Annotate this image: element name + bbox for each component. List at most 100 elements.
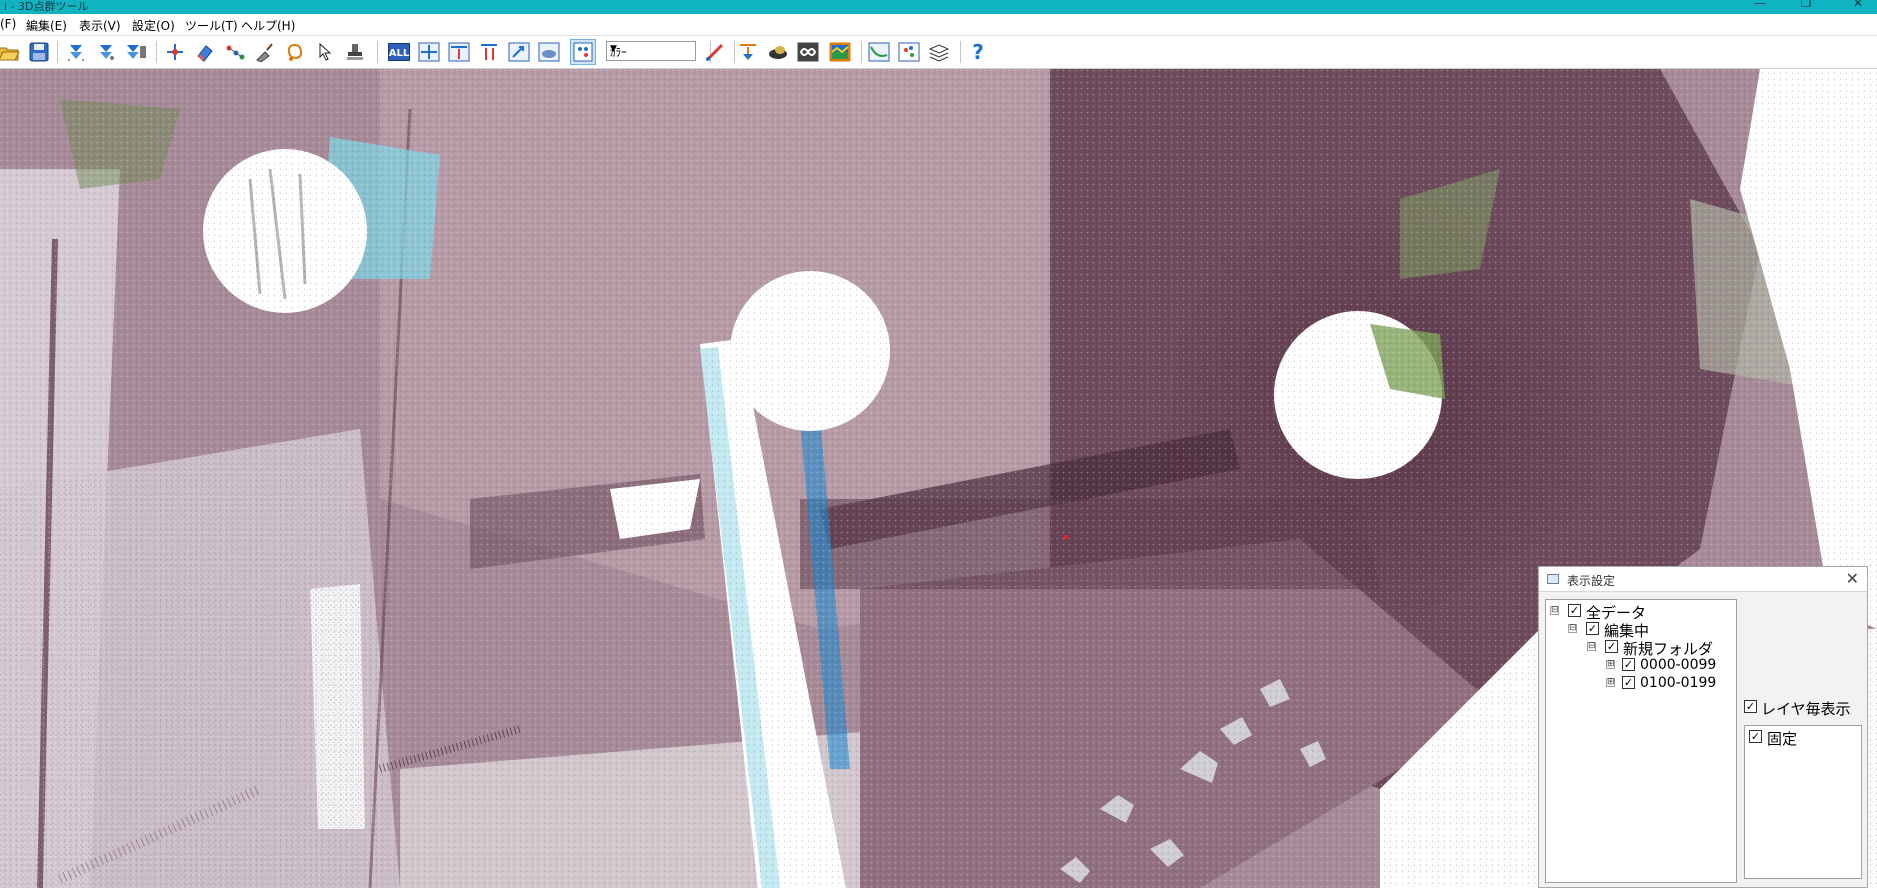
menu-tools[interactable]: ツール(T) [185, 17, 238, 34]
drop-icon [740, 44, 756, 60]
save-icon [29, 42, 49, 62]
edit-points-button[interactable] [163, 40, 187, 64]
lasso-icon [287, 43, 303, 61]
import-filter-icon [127, 45, 146, 59]
cloud-button[interactable] [766, 40, 790, 64]
tree-node-checkbox[interactable]: ✓ [1568, 604, 1581, 617]
measure-points-button[interactable] [223, 40, 247, 64]
lasso-button[interactable] [283, 40, 307, 64]
import-filter-button[interactable] [124, 40, 148, 64]
tree-node-range-0100[interactable]: ⊞ ✓ 0100-0199 [1606, 674, 1736, 692]
menu-view[interactable]: 表示(V) [79, 17, 121, 34]
minimize-button[interactable]: — [1747, 0, 1773, 10]
tree-node-new-folder[interactable]: ⊟ ✓ 新規フォルダ [1587, 638, 1736, 658]
pan-button[interactable] [537, 40, 561, 64]
pick-cursor-button[interactable] [313, 40, 337, 64]
tree-node-checkbox[interactable]: ✓ [1586, 622, 1599, 635]
expand-icon[interactable]: ⊞ [1606, 678, 1615, 687]
infinity-icon [797, 42, 819, 62]
menu-edit[interactable]: 編集(E) [26, 17, 67, 34]
open-folder-button[interactable] [0, 40, 21, 64]
import-down-alt-button[interactable] [94, 40, 118, 64]
color-mode-select[interactable]: ｶﾗｰ ▼ [606, 41, 696, 61]
expand-icon[interactable]: ⊞ [1606, 660, 1615, 669]
split-icon [481, 44, 497, 60]
import-down-icon [68, 45, 84, 61]
split-button[interactable] [477, 40, 501, 64]
menu-file[interactable]: (F) [0, 17, 16, 31]
panel-close-button[interactable]: ✕ [1846, 569, 1859, 588]
pick-cursor-icon [319, 42, 332, 61]
section-icon [868, 42, 890, 62]
data-tree: ⊟ ✓ 全データ ⊟ ✓ 編集中 ⊟ ✓ 新規フォルダ ⊞ ✓ 0000-009… [1545, 599, 1737, 883]
display-settings-panel: 表示設定 ✕ ⊟ ✓ 全データ ⊟ ✓ 編集中 ⊟ ✓ 新規フォルダ ⊞ ✓ 0… [1538, 566, 1868, 888]
help-icon: ? [972, 40, 984, 64]
chevron-down-icon: ▼ [610, 44, 617, 54]
tree-node-all-data[interactable]: ⊟ ✓ 全データ [1550, 602, 1736, 622]
per-layer-checkbox[interactable]: ✓ [1744, 700, 1757, 713]
trowel-icon [256, 43, 273, 62]
eraser-icon [197, 45, 213, 62]
window-title: i - 3D点群ツール [4, 0, 89, 13]
tree-node-checkbox[interactable]: ✓ [1622, 676, 1635, 689]
select-all-label: ALL [389, 48, 410, 59]
draw-line-button[interactable] [703, 40, 727, 64]
import-down-button[interactable] [64, 40, 88, 64]
collapse-icon[interactable]: ⊟ [1587, 642, 1596, 651]
panel-title-bar[interactable]: 表示設定 ✕ [1539, 567, 1867, 592]
collapse-icon[interactable]: ⊟ [1550, 606, 1559, 615]
pan-icon [538, 42, 560, 62]
section-button[interactable] [867, 40, 891, 64]
toolbar: ALL ? [0, 36, 1877, 69]
align-top-icon [448, 42, 470, 62]
move-button[interactable] [417, 40, 441, 64]
trowel-button[interactable] [253, 40, 277, 64]
layer-label: 固定 [1767, 730, 1798, 748]
title-bar: i - 3D点群ツール — ❐ ✕ [0, 0, 1877, 14]
tree-node-range-0000[interactable]: ⊞ ✓ 0000-0099 [1606, 656, 1736, 674]
help-button[interactable]: ? [966, 40, 990, 64]
tree-node-checkbox[interactable]: ✓ [1622, 658, 1635, 671]
import-down-alt-icon [100, 45, 114, 60]
panel-title: 表示設定 [1567, 574, 1616, 588]
layer-item-fixed[interactable]: ✓ 固定 [1749, 728, 1859, 748]
layer-checkbox[interactable]: ✓ [1749, 730, 1762, 743]
tree-node-checkbox[interactable]: ✓ [1605, 640, 1618, 653]
tree-node-label: 0000-0099 [1640, 657, 1717, 673]
color-map-button[interactable] [828, 40, 852, 64]
view-grid-icon [573, 42, 593, 62]
zoom-fit-button[interactable] [507, 40, 531, 64]
tree-node-label: 0100-0199 [1640, 675, 1717, 691]
maximize-button[interactable]: ❐ [1793, 0, 1819, 10]
eraser-button[interactable] [193, 40, 217, 64]
align-top-button[interactable] [447, 40, 471, 64]
select-all-button[interactable]: ALL [387, 40, 411, 64]
menu-settings[interactable]: 設定(O) [132, 17, 175, 34]
draw-line-icon [706, 43, 724, 61]
stamp-button[interactable] [343, 40, 367, 64]
move-icon [418, 42, 440, 62]
menu-help[interactable]: ヘルプ(H) [241, 17, 295, 34]
zoom-fit-icon [508, 42, 530, 62]
panel-window-icon [1547, 574, 1559, 584]
measure-points-icon [226, 45, 245, 60]
close-button[interactable]: ✕ [1845, 0, 1871, 10]
per-layer-label: レイヤ毎表示 [1761, 700, 1851, 718]
cloud-icon [769, 46, 787, 59]
select-all-icon: ALL [388, 43, 410, 61]
drop-button[interactable] [736, 40, 760, 64]
infinity-button[interactable] [796, 40, 820, 64]
layer-list: ✓ 固定 [1744, 725, 1862, 879]
tree-node-editing[interactable]: ⊟ ✓ 編集中 [1568, 620, 1736, 640]
edit-points-icon [167, 44, 183, 60]
point-color-button[interactable] [897, 40, 921, 64]
layers-icon [928, 44, 950, 62]
view-grid-button[interactable] [570, 39, 596, 65]
layers-button[interactable] [927, 40, 951, 64]
stamp-icon [347, 44, 363, 60]
menu-bar: (F) 編集(E) 表示(V) 設定(O) ツール(T) ヘルプ(H) [0, 14, 1877, 36]
open-folder-icon [0, 47, 20, 61]
collapse-icon[interactable]: ⊟ [1568, 624, 1577, 633]
color-map-icon [829, 42, 851, 62]
save-button[interactable] [27, 40, 51, 64]
